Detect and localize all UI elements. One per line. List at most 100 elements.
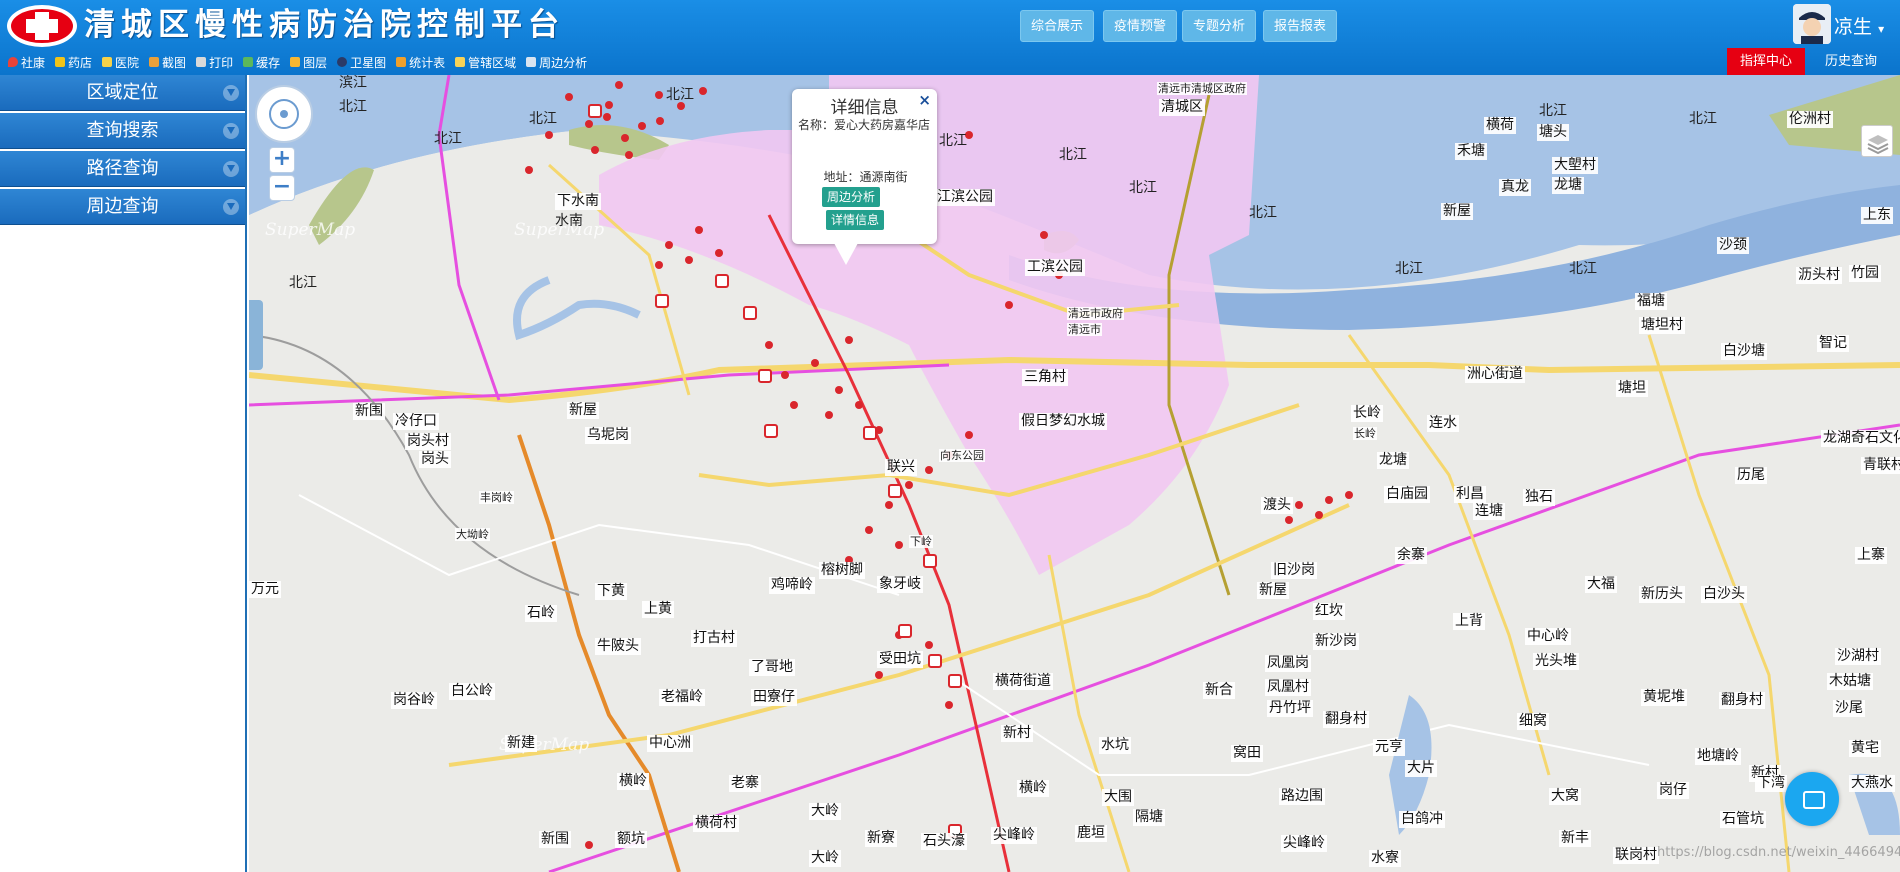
toolbar-statistics[interactable]: 统计表 bbox=[396, 53, 445, 71]
place-label: 新沙岗 bbox=[1313, 633, 1359, 650]
toolbar-cache[interactable]: 缓存 bbox=[243, 53, 280, 71]
place-label: 大围 bbox=[1102, 789, 1134, 806]
map-toolbar: 社康 药店 医院 截图 打印 缓存 图层 卫星图 统计表 管辖区域 周边分析 bbox=[8, 53, 587, 71]
popup-title: 详细信息 bbox=[830, 98, 899, 118]
sidebar-item-region-locate[interactable]: 区域定位 bbox=[0, 75, 245, 111]
toolbar-label: 统计表 bbox=[409, 55, 446, 70]
place-label: 假日梦幻水城 bbox=[1019, 413, 1107, 430]
place-label: 白沙头 bbox=[1701, 586, 1747, 603]
place-label: 塘坦 bbox=[1616, 380, 1648, 397]
place-label: 石头濠 bbox=[921, 833, 967, 850]
place-label: 下黄 bbox=[595, 583, 627, 600]
place-label: 田寮仔 bbox=[751, 689, 797, 706]
zoom-in-button[interactable]: + bbox=[269, 147, 295, 173]
map-view[interactable]: SuperMap SuperMap SuperMap 滨江 北江 北江 北江 北… bbox=[249, 75, 1900, 872]
place-label: 下岭 bbox=[909, 535, 933, 548]
place-label: 新屋 bbox=[567, 402, 599, 419]
map-canvas[interactable] bbox=[249, 75, 1900, 872]
toolbar-label: 打印 bbox=[209, 55, 234, 70]
nav-topic-analysis-button[interactable]: 专题分析 bbox=[1182, 10, 1257, 42]
place-label: 鹿垣 bbox=[1075, 825, 1107, 842]
place-label: 尖峰岭 bbox=[1281, 835, 1327, 852]
place-label: 岗仔 bbox=[1657, 782, 1689, 799]
place-label: 隔塘 bbox=[1133, 809, 1165, 826]
toolbar-label: 医院 bbox=[115, 55, 140, 70]
place-label: 江滨公园 bbox=[935, 189, 995, 206]
zoom-out-button[interactable]: − bbox=[269, 175, 295, 201]
sidebar-item-nearby-query[interactable]: 周边查询 bbox=[0, 189, 245, 225]
place-label: 北江 bbox=[939, 133, 967, 149]
place-label: 大福 bbox=[1585, 576, 1617, 593]
chevron-down-icon bbox=[223, 199, 239, 215]
place-label: 下湾 bbox=[1755, 775, 1787, 792]
nav-report-button[interactable]: 报告报表 bbox=[1263, 10, 1338, 42]
pan-control[interactable] bbox=[255, 85, 313, 143]
red-cross-logo-icon bbox=[7, 5, 77, 47]
place-label: 丰岗岭 bbox=[479, 491, 514, 504]
toolbar-label: 管辖区域 bbox=[468, 55, 517, 70]
place-label: 清远市清城区政府 bbox=[1157, 82, 1247, 95]
place-label: 横荷街道 bbox=[993, 673, 1053, 690]
pencil-icon bbox=[55, 57, 66, 67]
place-label: 福塘 bbox=[1635, 293, 1667, 310]
place-label: 地塘岭 bbox=[1695, 748, 1741, 765]
user-menu[interactable]: 凉生 ▾ bbox=[1834, 12, 1884, 39]
area-icon bbox=[455, 57, 466, 67]
layer-switch-button[interactable] bbox=[1861, 125, 1893, 157]
camera-float-button[interactable] bbox=[1785, 772, 1839, 826]
place-label: 龙塘 bbox=[1377, 452, 1409, 469]
place-label: 新建 bbox=[505, 735, 537, 752]
close-icon[interactable]: × bbox=[918, 91, 931, 109]
place-label: 受田坑 bbox=[877, 651, 923, 668]
toolbar-label: 卫星图 bbox=[350, 55, 387, 70]
sidebar-item-search[interactable]: 查询搜索 bbox=[0, 113, 245, 149]
place-label: 上黄 bbox=[642, 601, 674, 618]
toolbar-nearby-analysis[interactable]: 周边分析 bbox=[526, 53, 587, 71]
place-label: 尖峰岭 bbox=[991, 827, 1037, 844]
sidebar-item-label: 周边查询 bbox=[86, 196, 159, 217]
nearby-analysis-button[interactable]: 周边分析 bbox=[822, 187, 881, 207]
place-label: 大坳岭 bbox=[455, 528, 490, 541]
toolbar-satellite[interactable]: 卫星图 bbox=[337, 53, 386, 71]
place-label: 三角村 bbox=[1022, 369, 1068, 386]
popup-address: 地址：通源南街 bbox=[823, 170, 908, 184]
user-avatar[interactable] bbox=[1793, 4, 1831, 44]
place-label: 伦洲村 bbox=[1787, 111, 1833, 128]
toolbar-community-health[interactable]: 社康 bbox=[8, 53, 45, 71]
app-header: 清城区慢性病防治院控制平台 综合展示 疫情预警 专题分析 报告报表 凉生 ▾ 社… bbox=[0, 0, 1900, 75]
command-center-button[interactable]: 指挥中心 bbox=[1727, 48, 1805, 75]
book-icon bbox=[526, 57, 537, 67]
collapse-sidebar-handle[interactable] bbox=[249, 300, 263, 370]
nav-overview-button[interactable]: 综合展示 bbox=[1020, 10, 1095, 42]
place-label: 老寨 bbox=[729, 775, 761, 792]
app-title: 清城区慢性病防治院控制平台 bbox=[84, 7, 565, 43]
history-query-button[interactable]: 历史查询 bbox=[1811, 48, 1891, 75]
chevron-down-icon bbox=[223, 85, 239, 101]
place-label: 沙湖村 bbox=[1835, 648, 1881, 665]
place-label: 北江 bbox=[1129, 180, 1157, 196]
detail-info-button[interactable]: 详情信息 bbox=[826, 210, 885, 230]
sidebar-item-route-query[interactable]: 路径查询 bbox=[0, 151, 245, 187]
place-label: 长岭 bbox=[1351, 405, 1383, 422]
place-label: 北江 bbox=[1689, 111, 1717, 127]
place-label: 牛陂头 bbox=[595, 638, 641, 655]
toolbar-pharmacy[interactable]: 药店 bbox=[55, 53, 92, 71]
chevron-down-icon bbox=[223, 161, 239, 177]
lake bbox=[513, 276, 641, 341]
place-label: 冷仔口 bbox=[393, 413, 439, 430]
toolbar-screenshot[interactable]: 截图 bbox=[149, 53, 186, 71]
place-label: 额坑 bbox=[615, 831, 647, 848]
toolbar-hospital[interactable]: 医院 bbox=[102, 53, 139, 71]
place-label: 横岭 bbox=[1017, 780, 1049, 797]
place-label: 洲心街道 bbox=[1465, 366, 1525, 383]
nav-epidemic-warning-button[interactable]: 疫情预警 bbox=[1103, 10, 1178, 42]
place-label: 岗头村 bbox=[405, 433, 451, 450]
toolbar-layers[interactable]: 图层 bbox=[290, 53, 327, 71]
sidebar-item-label: 区域定位 bbox=[86, 82, 159, 103]
place-label: 木姑塘 bbox=[1827, 673, 1873, 690]
toolbar-jurisdiction[interactable]: 管辖区域 bbox=[455, 53, 516, 71]
toolbar-print[interactable]: 打印 bbox=[196, 53, 233, 71]
place-label: 北江 bbox=[434, 131, 462, 147]
place-label: 竹园 bbox=[1849, 265, 1881, 282]
place-label: 上寨 bbox=[1855, 547, 1887, 564]
